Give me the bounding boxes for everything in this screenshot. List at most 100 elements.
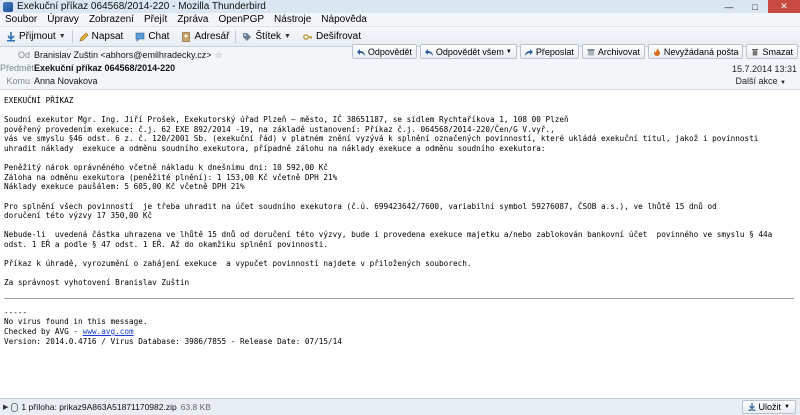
subject-row: Předmět Exekuční příkaz 064568/2014-220 (0, 62, 175, 74)
menu-openpgp[interactable]: OpenPGP (213, 14, 269, 25)
tag-icon (243, 32, 252, 41)
receive-label: Přijmout (19, 31, 56, 42)
delete-label: Smazat (762, 46, 793, 57)
paragraph-line: doručení této výzvy 17 350,00 Kč (4, 211, 153, 221)
junk-label: Nevyžádaná pošta (663, 46, 739, 57)
from-row: Od Branislav Zuštin <abhors@emilhradecky… (0, 49, 223, 61)
menu-bar: Soubor Úpravy Zobrazení Přejít Zpráva Op… (0, 13, 800, 27)
message-text: EXEKUČNÍ PŘÍKAZ Soudní exekutor Mgr. Ing… (0, 90, 800, 346)
signature-divider (4, 297, 794, 299)
message-body: EXEKUČNÍ PŘÍKAZ Soudní exekutor Mgr. Ing… (0, 90, 800, 398)
thunderbird-logo-icon (3, 1, 13, 12)
subject-value: Exekuční příkaz 064568/2014-220 (34, 63, 176, 73)
paragraph-line: pověřený provedením exekuce: č.j. 62 EXE… (4, 124, 555, 134)
reply-button[interactable]: Odpovědět (351, 44, 417, 59)
paragraph-line: Za správnost vyhotovení Branislav Zuštin (4, 278, 190, 288)
title-bar: Exekuční příkaz 064568/2014-220 - Mozill… (0, 0, 800, 13)
paragraph-line: Nebude-li uvedená částka uhrazena ve lhů… (4, 230, 773, 240)
attachment-bar: ▶ 1 příloha: prikaz9A863A5187117098​2.zi… (0, 398, 800, 415)
window-title: Exekuční příkaz 064568/2014-220 - Mozill… (17, 1, 266, 12)
forward-button[interactable]: Přeposlat (519, 44, 579, 59)
more-actions-button[interactable]: Další akce ▼ (736, 76, 787, 86)
menu-upravy[interactable]: Úpravy (42, 14, 84, 25)
amount-line: Náklady exekuce paušálem: 5 605,00 Kč vč… (4, 182, 245, 192)
header-actions: Odpovědět Odpovědět všem ▼ Přeposlat Arc… (349, 44, 798, 59)
to-value[interactable]: Anna Novakova (34, 76, 98, 86)
save-icon (748, 403, 756, 411)
delete-button[interactable]: Smazat (746, 44, 798, 59)
avg-link[interactable]: www.avg.com (83, 327, 134, 336)
more-actions-label: Další akce (735, 76, 778, 86)
chevron-down-icon: ▼ (780, 80, 786, 86)
chevron-down-icon[interactable]: ▼ (784, 404, 790, 410)
menu-zprava[interactable]: Zpráva (172, 14, 213, 25)
star-icon[interactable]: ☆ (215, 50, 223, 61)
paperclip-icon (11, 402, 19, 412)
message-date: 15.7.2014 13:31 (731, 64, 797, 74)
address-book-icon (182, 31, 191, 42)
minimize-icon[interactable]: — (716, 0, 742, 13)
pencil-icon (79, 32, 89, 41)
write-button[interactable]: Napsat (73, 28, 130, 45)
attachment-label[interactable]: 1 příloha: prikaz9A863A5187117098​2.zip (21, 402, 176, 412)
forward-label: Přeposlat (535, 46, 574, 57)
amount-line: Peněžitý nárok oprávněného včetně náklad… (4, 163, 328, 173)
to-row: Komu Anna Novakova (0, 75, 98, 87)
paragraph-line: Pro splnění všech povinností je třeba uh… (4, 201, 717, 211)
menu-napoveda[interactable]: Nápověda (316, 14, 372, 25)
reply-icon (356, 48, 365, 56)
message-heading: EXEKUČNÍ PŘÍKAZ (4, 96, 74, 105)
forward-icon (524, 48, 533, 56)
paragraph-line: Soudní exekutor Mgr. Ing. Jiří Prošek, E… (4, 115, 569, 125)
decrypt-button[interactable]: Dešifrovat (297, 28, 367, 45)
chat-label: Chat (148, 31, 170, 42)
archive-label: Archivovat (597, 46, 640, 57)
addressbook-label: Adresář (194, 31, 230, 42)
signature-line: Version: 2014.0.4716 / Virus Database: 3… (4, 336, 342, 346)
from-value[interactable]: Branislav Zuštin <abhors@emilhradecky.cz… (34, 50, 212, 60)
paragraph-line: Příkaz k úhradě, vyrozumění o zahájení e… (4, 259, 472, 269)
menu-nastroje[interactable]: Nástroje (269, 14, 316, 25)
subject-label: Předmět (0, 63, 35, 73)
reply-all-button[interactable]: Odpovědět všem ▼ (419, 44, 517, 59)
menu-soubor[interactable]: Soubor (0, 14, 42, 25)
maximize-icon[interactable]: □ (742, 0, 768, 13)
addressbook-button[interactable]: Adresář (175, 28, 235, 45)
junk-button[interactable]: Nevyžádaná pošta (647, 44, 744, 59)
from-label: Od (17, 50, 30, 60)
expand-toggle-icon[interactable]: ▶ (3, 403, 8, 411)
decrypt-label: Dešifrovat (315, 31, 361, 42)
tag-button[interactable]: Štítek ▼ (236, 28, 297, 45)
chat-button[interactable]: Chat (129, 28, 175, 45)
reply-all-icon (424, 48, 433, 56)
chevron-down-icon[interactable]: ▼ (59, 33, 66, 40)
attachment-size: 63.8 KB (180, 402, 211, 412)
write-label: Napsat (91, 31, 124, 42)
save-label: Uložit (758, 402, 782, 412)
signature-line: Checked by AVG - (4, 327, 83, 337)
download-icon (7, 31, 15, 41)
paragraph-line: uhradit náklady exekuce a odměnu soudníh… (4, 143, 546, 153)
signature-line: No virus found in this message. (4, 317, 148, 327)
message-header: Od Branislav Zuštin <abhors@emilhradecky… (0, 44, 800, 90)
paragraph-line: vás ve smyslu §46 odst. 6 z. č. 120/2001… (4, 134, 759, 144)
chevron-down-icon[interactable]: ▼ (506, 49, 512, 55)
save-attachment-button[interactable]: Uložit ▼ (741, 400, 796, 414)
chevron-down-icon[interactable]: ▼ (284, 33, 291, 40)
archive-button[interactable]: Archivovat (581, 44, 645, 59)
menu-prejit[interactable]: Přejít (139, 14, 172, 25)
menu-zobrazeni[interactable]: Zobrazení (84, 14, 139, 25)
archive-icon (587, 48, 595, 55)
tag-label: Štítek (255, 31, 282, 42)
key-icon (303, 33, 312, 40)
trash-icon (752, 48, 759, 55)
signature-dash: ----- (4, 307, 28, 317)
to-label: Komu (6, 76, 30, 86)
close-icon[interactable]: ✕ (768, 0, 800, 13)
reply-all-label: Odpovědět všem (435, 46, 504, 57)
receive-button[interactable]: Přijmout ▼ (0, 28, 72, 45)
chat-bubble-icon (136, 32, 145, 42)
amount-line: Záloha na odměnu exekutora (peněžité pln… (4, 172, 338, 182)
window-controls: — □ ✕ (716, 0, 800, 13)
junk-flame-icon (653, 47, 660, 56)
